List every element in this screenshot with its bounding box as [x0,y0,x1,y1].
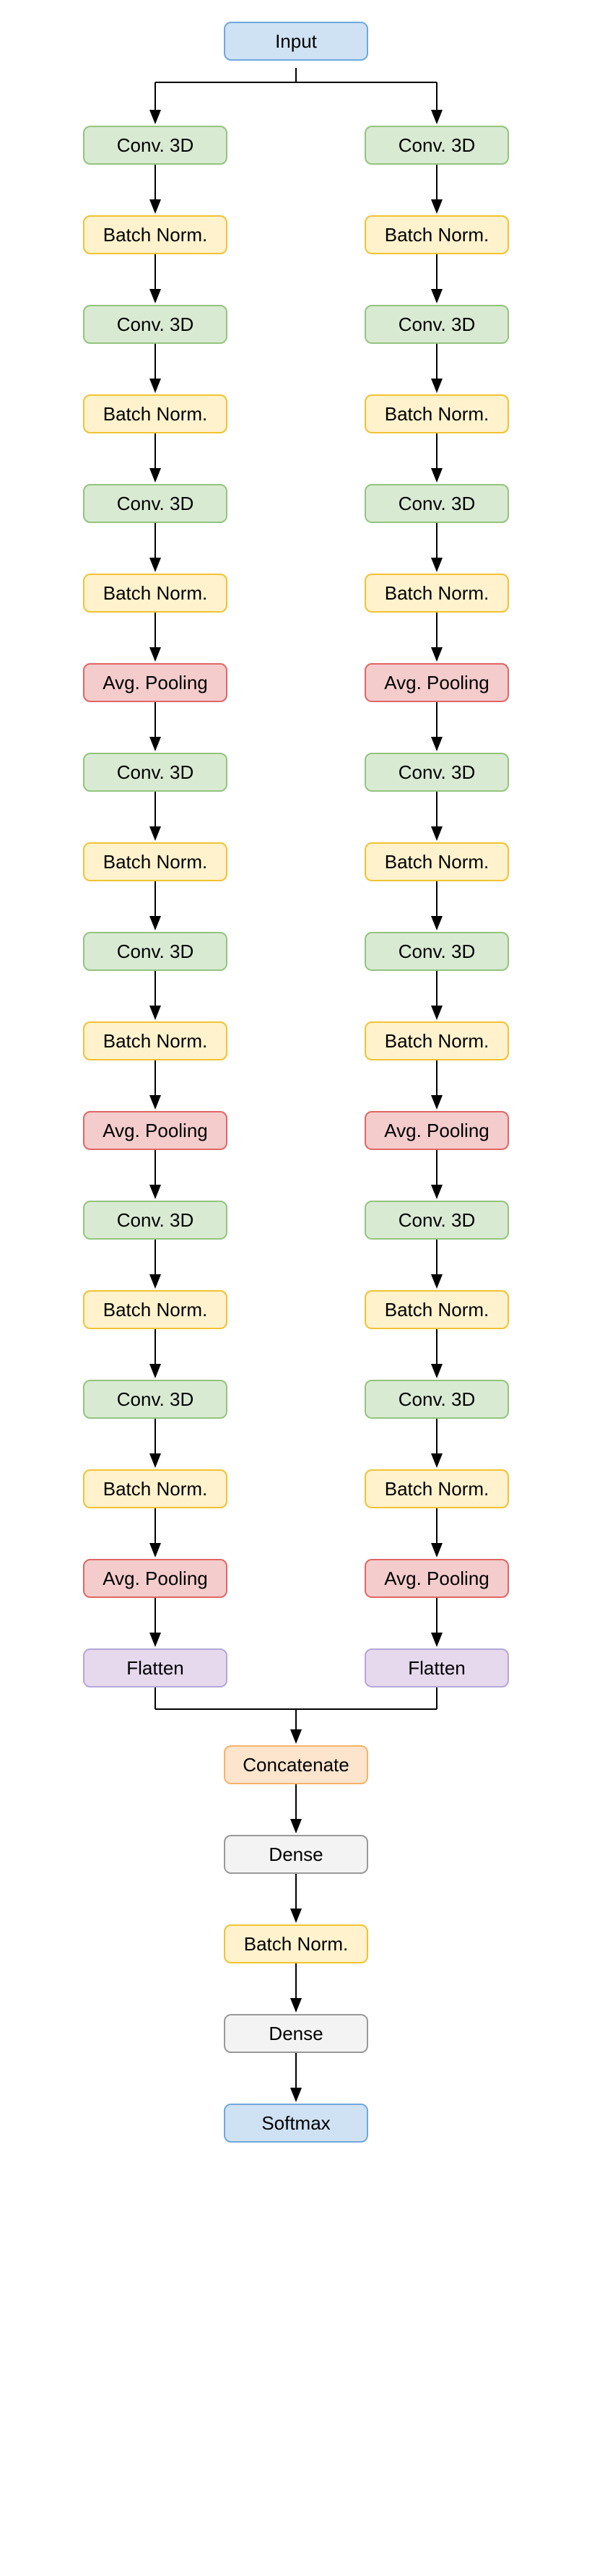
arrow-down-icon [295,1963,297,2014]
arrow-down-icon [435,971,438,1021]
arrow-down-icon [435,165,438,215]
right-bn-3: Batch Norm. [365,394,509,433]
arrow-down-icon [154,433,157,484]
left-branch: Conv. 3D Batch Norm. Conv. 3D Batch Norm. Co… [83,126,227,1687]
left-pool-11: Avg. Pooling [83,1111,227,1150]
right-pool-11: Avg. Pooling [365,1111,509,1150]
arrow-down-icon [154,1329,157,1380]
right-conv-4: Conv. 3D [365,484,509,523]
arrow-down-icon [154,702,157,753]
arrow-down-icon [435,1240,438,1290]
right-conv-14: Conv. 3D [365,1380,509,1419]
arrow-down-icon [295,1874,297,1924]
arrow-down-icon [435,792,438,842]
arrow-down-icon [154,254,157,305]
right-conv-7: Conv. 3D [365,753,509,792]
left-bn-1: Batch Norm. [83,215,227,254]
arrow-down-icon [154,165,157,215]
arrow-down-icon [435,523,438,574]
merge-connector [83,1687,509,1745]
arrow-down-icon [435,1150,438,1201]
input-node: Input [224,22,368,61]
split-connector [83,68,509,126]
arrow-down-icon [435,1329,438,1380]
right-flat-17: Flatten [365,1648,509,1687]
right-conv-2: Conv. 3D [365,305,509,344]
left-conv-2: Conv. 3D [83,305,227,344]
right-pool-6: Avg. Pooling [365,663,509,702]
left-pool-6: Avg. Pooling [83,663,227,702]
arrow-down-icon [154,1508,157,1559]
arrow-down-icon [435,1508,438,1559]
left-conv-14: Conv. 3D [83,1380,227,1419]
left-conv-9: Conv. 3D [83,932,227,971]
right-bn-8: Batch Norm. [365,842,509,881]
arrow-down-icon [154,792,157,842]
branch-columns: Conv. 3D Batch Norm. Conv. 3D Batch Norm. Co… [83,126,509,1687]
left-conv-7: Conv. 3D [83,753,227,792]
left-bn-5: Batch Norm. [83,574,227,613]
arrow-down-icon [154,523,157,574]
right-conv-9: Conv. 3D [365,932,509,971]
left-flat-17: Flatten [83,1648,227,1687]
left-conv-0: Conv. 3D [83,126,227,165]
arrow-down-icon [154,613,157,663]
left-conv-4: Conv. 3D [83,484,227,523]
tail-sequence: Concatenate Dense Batch Norm. Dense Softmax [224,1745,368,2143]
right-bn-1: Batch Norm. [365,215,509,254]
arrow-down-icon [154,1419,157,1469]
left-bn-15: Batch Norm. [83,1469,227,1508]
arrow-down-icon [435,254,438,305]
arrow-down-icon [435,702,438,753]
right-bn-15: Batch Norm. [365,1469,509,1508]
arrow-down-icon [154,881,157,932]
arrow-down-icon [154,1060,157,1111]
left-bn-10: Batch Norm. [83,1021,227,1060]
left-pool-16: Avg. Pooling [83,1559,227,1598]
right-branch: Conv. 3D Batch Norm. Conv. 3D Batch Norm. Co… [365,126,509,1687]
arrow-down-icon [435,613,438,663]
right-bn-10: Batch Norm. [365,1021,509,1060]
right-pool-16: Avg. Pooling [365,1559,509,1598]
tail-dense-3: Dense [224,2014,368,2053]
arrow-down-icon [435,881,438,932]
arrow-down-icon [154,971,157,1021]
arrow-down-icon [295,2053,297,2104]
arrow-down-icon [435,433,438,484]
arrow-down-icon [435,1060,438,1111]
tail-softmax-4: Softmax [224,2104,368,2143]
left-bn-8: Batch Norm. [83,842,227,881]
left-conv-12: Conv. 3D [83,1201,227,1240]
arrow-down-icon [435,1598,438,1648]
arrow-down-icon [154,1598,157,1648]
tail-concat-0: Concatenate [224,1745,368,1784]
arrow-down-icon [154,1240,157,1290]
tail-bn-2: Batch Norm. [224,1924,368,1963]
arrow-down-icon [154,344,157,394]
left-bn-13: Batch Norm. [83,1290,227,1329]
right-bn-5: Batch Norm. [365,574,509,613]
arrow-down-icon [435,344,438,394]
arrow-down-icon [295,1784,297,1835]
left-bn-3: Batch Norm. [83,394,227,433]
right-conv-0: Conv. 3D [365,126,509,165]
tail-dense-1: Dense [224,1835,368,1874]
arrow-down-icon [154,1150,157,1201]
arrow-down-icon [435,1419,438,1469]
right-bn-13: Batch Norm. [365,1290,509,1329]
right-conv-12: Conv. 3D [365,1201,509,1240]
